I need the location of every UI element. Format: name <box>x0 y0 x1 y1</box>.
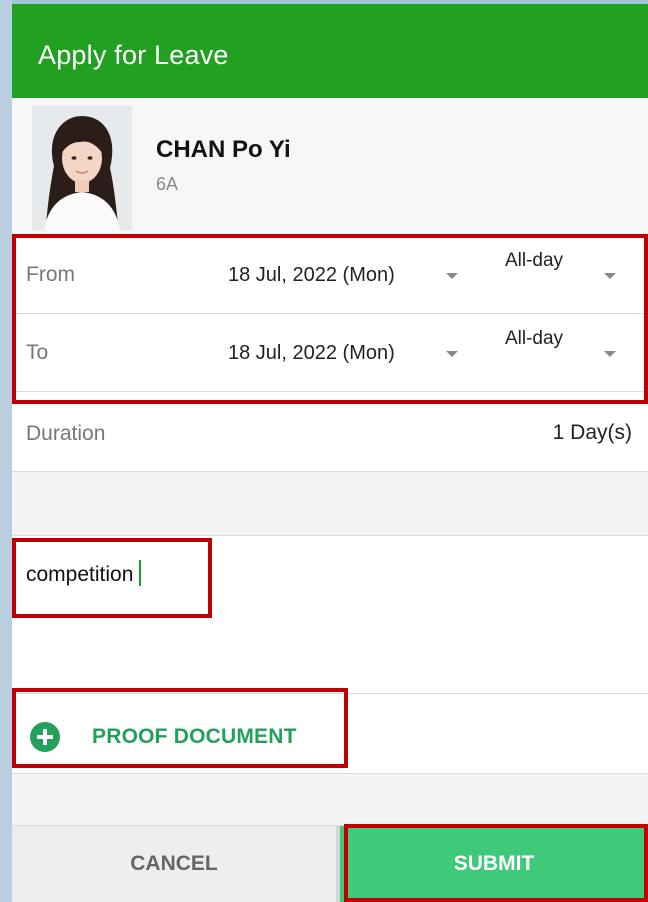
to-row: To 18 Jul, 2022 (Mon) All-day <box>12 314 648 392</box>
add-proof-document-button[interactable]: PROOF DOCUMENT <box>12 694 648 774</box>
chevron-down-icon[interactable] <box>604 273 616 279</box>
student-class: 6A <box>156 174 179 194</box>
student-name: CHAN Po Yi <box>156 136 291 163</box>
from-row: From 18 Jul, 2022 (Mon) All-day <box>12 236 648 314</box>
to-date-picker[interactable]: 18 Jul, 2022 (Mon) <box>228 342 395 365</box>
duration-row: Duration 1 Day(s) <box>12 392 648 472</box>
reason-input[interactable]: competition <box>12 536 648 694</box>
student-profile: CHAN Po Yi 6A <box>12 98 648 236</box>
student-photo-icon <box>32 106 132 230</box>
chevron-down-icon[interactable] <box>446 273 458 279</box>
leave-dialog: Apply for Leave CHAN Po Yi 6A From 18 Ju… <box>12 0 648 902</box>
submit-button[interactable]: SUBMIT <box>340 826 648 902</box>
proof-document-label: PROOF DOCUMENT <box>92 725 297 748</box>
plus-circle-icon <box>30 722 60 752</box>
from-label: From <box>26 263 75 286</box>
text-cursor <box>139 560 142 586</box>
reason-value: competition <box>26 563 134 586</box>
app-bar: Apply for Leave <box>12 0 648 98</box>
from-session-select[interactable]: All-day <box>499 250 569 272</box>
page-title: Apply for Leave <box>38 40 229 70</box>
chevron-down-icon[interactable] <box>446 351 458 357</box>
duration-value: 1 Day(s) <box>552 421 632 444</box>
section-divider <box>12 472 648 536</box>
bottom-spacer <box>12 774 648 826</box>
avatar <box>32 106 132 230</box>
to-session-select[interactable]: All-day <box>499 328 569 350</box>
cancel-button[interactable]: CANCEL <box>12 826 336 902</box>
duration-label: Duration <box>26 422 106 445</box>
from-date-picker[interactable]: 18 Jul, 2022 (Mon) <box>228 264 395 287</box>
reason-text: competition <box>26 560 142 587</box>
chevron-down-icon[interactable] <box>604 351 616 357</box>
to-label: To <box>26 341 49 364</box>
